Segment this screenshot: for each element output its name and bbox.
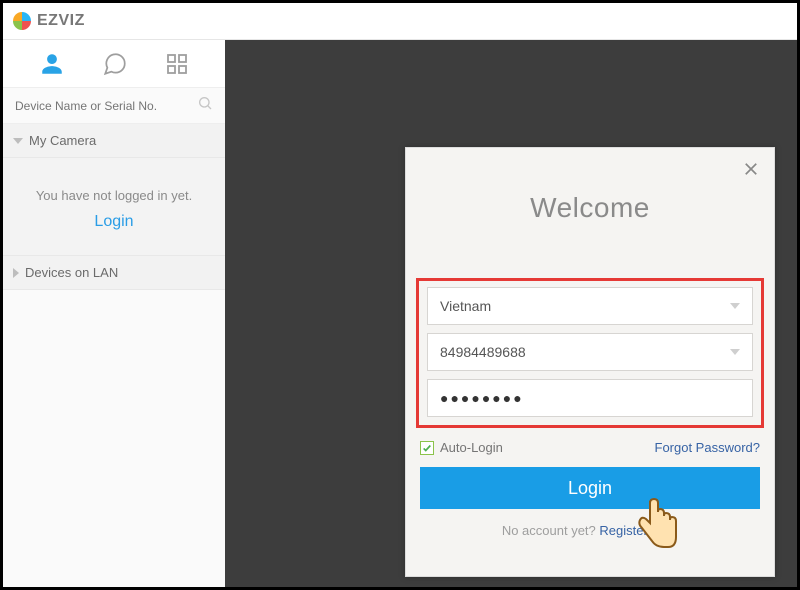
- sidebar: My Camera You have not logged in yet. Lo…: [3, 40, 225, 587]
- close-icon: [742, 160, 760, 178]
- close-button[interactable]: [742, 160, 760, 183]
- login-button[interactable]: Login: [420, 467, 760, 509]
- chat-icon: [102, 51, 128, 77]
- sidebar-login-link[interactable]: Login: [13, 213, 215, 231]
- group-my-camera-label: My Camera: [29, 133, 96, 148]
- register-prefix: No account yet?: [502, 523, 600, 538]
- register-line: No account yet? Register now.: [416, 523, 764, 538]
- person-icon: [39, 51, 65, 77]
- account-select[interactable]: 84984489688: [427, 333, 753, 371]
- tab-account[interactable]: [39, 51, 65, 77]
- forgot-password-link[interactable]: Forgot Password?: [655, 440, 761, 455]
- account-value: 84984489688: [440, 344, 730, 360]
- region-value: Vietnam: [440, 298, 730, 314]
- register-link[interactable]: Register: [599, 523, 647, 538]
- tab-messages[interactable]: [102, 51, 128, 77]
- group-my-camera[interactable]: My Camera: [3, 124, 225, 158]
- chevron-right-icon: [13, 268, 19, 278]
- content-area: Welcome Vietnam 84984489688 ●●●●●●●●: [225, 40, 797, 587]
- login-form: Vietnam 84984489688 ●●●●●●●●: [416, 278, 764, 538]
- tab-grid[interactable]: [165, 52, 189, 76]
- password-value: ●●●●●●●●: [440, 390, 524, 406]
- password-field[interactable]: ●●●●●●●●: [427, 379, 753, 417]
- auto-login-label: Auto-Login: [440, 440, 503, 455]
- device-search[interactable]: [3, 88, 225, 124]
- brand-logo-icon: [13, 12, 31, 30]
- group-devices-lan-label: Devices on LAN: [25, 265, 118, 280]
- brand-name: EZVIZ: [35, 12, 85, 30]
- auto-login-checkbox[interactable]: Auto-Login: [420, 440, 503, 455]
- highlight-box: Vietnam 84984489688 ●●●●●●●●: [416, 278, 764, 428]
- sidebar-empty: [3, 290, 225, 587]
- search-input[interactable]: [15, 99, 197, 113]
- chevron-down-icon: [13, 138, 23, 144]
- grid-icon: [165, 52, 189, 76]
- login-required-box: You have not logged in yet. Login: [3, 158, 225, 256]
- title-bar: EZVIZ: [3, 3, 797, 39]
- login-button-label: Login: [568, 478, 612, 499]
- login-dialog: Welcome Vietnam 84984489688 ●●●●●●●●: [405, 147, 775, 577]
- register-suffix: now.: [648, 523, 678, 538]
- chevron-down-icon: [730, 349, 740, 355]
- app-window: EZVIZ: [0, 0, 800, 590]
- not-logged-msg: You have not logged in yet.: [13, 188, 215, 203]
- search-icon[interactable]: [197, 95, 213, 116]
- chevron-down-icon: [730, 303, 740, 309]
- checkbox-icon: [420, 441, 434, 455]
- region-select[interactable]: Vietnam: [427, 287, 753, 325]
- sidebar-tabs: [3, 40, 225, 88]
- options-row: Auto-Login Forgot Password?: [416, 440, 764, 455]
- group-devices-lan[interactable]: Devices on LAN: [3, 256, 225, 290]
- dialog-title: Welcome: [406, 192, 774, 224]
